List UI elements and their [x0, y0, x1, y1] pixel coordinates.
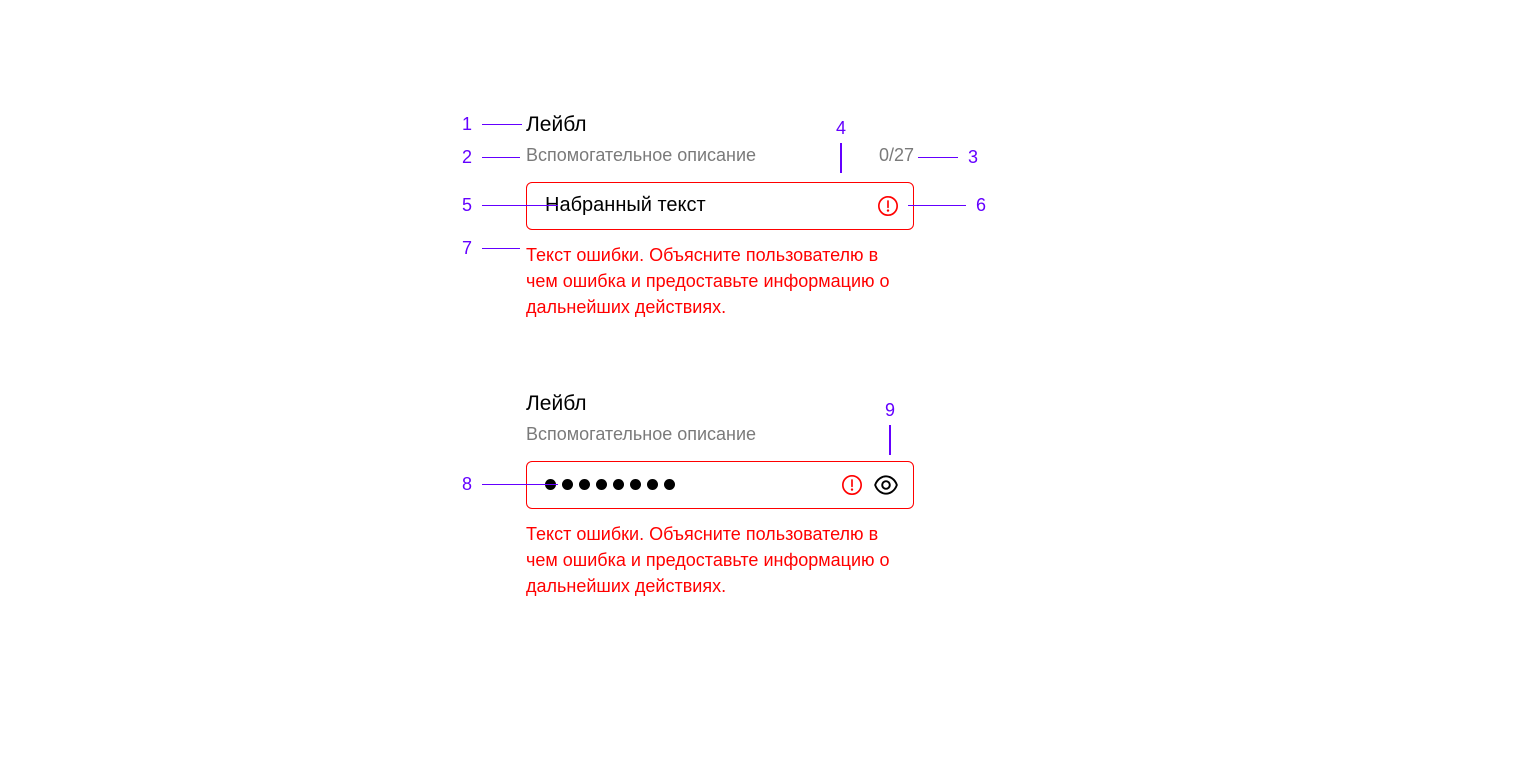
annotation-3: 3	[918, 147, 978, 168]
annotation-7: 7	[462, 238, 520, 259]
field-label: Лейбл	[526, 390, 914, 417]
annotation-2: 2	[462, 147, 520, 168]
annotation-9: 9	[885, 400, 895, 455]
field-label: Лейбл	[526, 111, 914, 138]
password-mask	[545, 479, 831, 490]
password-input[interactable]	[526, 461, 914, 509]
text-field-error-example: Лейбл Вспомогательное описание 0/27 Набр…	[526, 111, 914, 320]
char-counter: 0/27	[879, 145, 914, 166]
annotation-6: 6	[908, 195, 986, 216]
error-icon	[877, 195, 899, 217]
annotation-4: 4	[836, 118, 846, 173]
field-description: Вспомогательное описание	[526, 423, 756, 446]
input-value: Набранный текст	[545, 194, 867, 217]
error-icon	[841, 474, 863, 496]
field-description: Вспомогательное описание	[526, 144, 756, 167]
annotation-5: 5	[462, 195, 558, 216]
eye-icon[interactable]	[873, 472, 899, 498]
error-message: Текст ошибки. Объясните пользователю в ч…	[526, 521, 914, 599]
error-message: Текст ошибки. Объясните пользователю в ч…	[526, 242, 914, 320]
password-field-error-example: Лейбл Вспомогательное описание Текст оши…	[526, 390, 914, 599]
annotation-8: 8	[462, 474, 558, 495]
annotation-1: 1	[462, 114, 522, 135]
text-input[interactable]: Набранный текст	[526, 182, 914, 230]
